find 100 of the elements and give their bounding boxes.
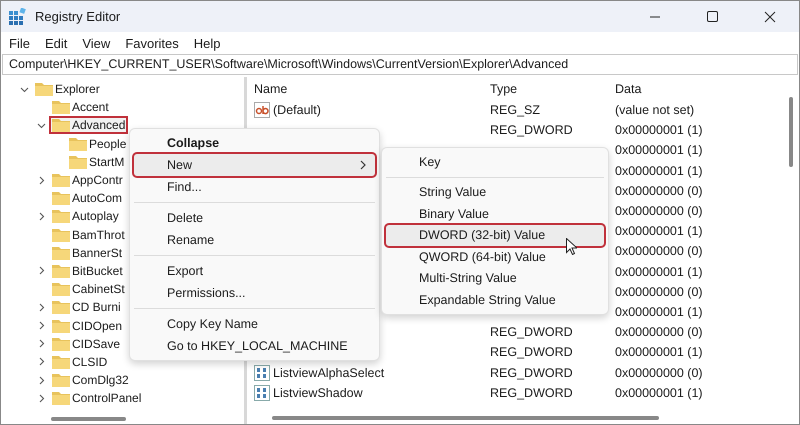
- tree-item[interactable]: CabinetSt: [51, 282, 126, 296]
- value-name[interactable]: ListviewAlphaSelect: [273, 366, 384, 380]
- value-name[interactable]: ListviewShadow: [273, 386, 363, 400]
- value-data: 0x00000001 (1): [615, 143, 703, 158]
- tree-item[interactable]: ComDlg32: [51, 373, 130, 388]
- menu-item[interactable]: Rename: [134, 229, 375, 251]
- value-data: (value not set): [615, 103, 694, 118]
- menu-item[interactable]: File: [9, 36, 30, 50]
- menu-item[interactable]: Delete: [134, 207, 375, 229]
- tree-item[interactable]: StartM: [68, 154, 126, 169]
- tree-item[interactable]: Autoplay: [51, 209, 120, 224]
- menu-item[interactable]: Key: [386, 151, 604, 172]
- tree-item[interactable]: BannerSt: [51, 246, 124, 260]
- menu-item[interactable]: String Value: [386, 182, 604, 203]
- chevron-icon[interactable]: [37, 120, 46, 130]
- value-data: 0x00000001 (1): [615, 386, 703, 400]
- folder-icon: [52, 264, 70, 278]
- tree-item[interactable]: Accent: [51, 100, 110, 114]
- chevron-icon[interactable]: [37, 302, 46, 312]
- folder-icon: [52, 282, 70, 296]
- chevron-icon[interactable]: [37, 321, 46, 330]
- menu-item[interactable]: Export: [134, 260, 375, 282]
- value-data: 0x00000001 (1): [615, 164, 703, 178]
- menu-item[interactable]: Go to HKEY_LOCAL_MACHINE: [134, 335, 375, 357]
- text-value-icon: [254, 102, 270, 118]
- folder-icon: [52, 318, 70, 333]
- tree-item[interactable]: CIDOpen: [51, 318, 124, 333]
- scrollbar-thumb[interactable]: [789, 97, 793, 167]
- folder-icon: [52, 118, 70, 132]
- menu-item[interactable]: Binary Value: [386, 203, 604, 224]
- tree-item[interactable]: BitBucket: [51, 264, 124, 278]
- column-header[interactable]: Type: [490, 82, 615, 96]
- value-data: 0x00000001 (1): [615, 345, 703, 360]
- value-data: 0x00000000 (0): [615, 325, 703, 340]
- tree-item[interactable]: CIDSave: [51, 336, 122, 351]
- scrollbar-thumb[interactable]: [272, 416, 659, 420]
- binary-value-icon: [254, 384, 270, 401]
- folder-icon: [52, 246, 70, 260]
- value-data: 0x00000001 (1): [615, 123, 703, 138]
- tree-item[interactable]: CLSID: [51, 354, 108, 369]
- menu-item[interactable]: DWORD (32-bit) Value: [386, 224, 604, 246]
- menu-item[interactable]: Favorites: [125, 36, 179, 50]
- value-data: 0x00000000 (0): [615, 284, 703, 299]
- menu-item[interactable]: Multi-String Value: [386, 268, 604, 289]
- menu-item[interactable]: Help: [194, 36, 221, 50]
- chevron-icon[interactable]: [37, 212, 46, 221]
- menu-item[interactable]: View: [82, 36, 110, 50]
- value-type: REG_SZ: [490, 103, 540, 118]
- menu-item[interactable]: Expandable String Value: [386, 289, 604, 310]
- chevron-icon[interactable]: [37, 266, 46, 276]
- value-type: REG_DWORD: [490, 366, 573, 380]
- menu-item[interactable]: Permissions...: [134, 282, 375, 304]
- folder-icon: [52, 354, 70, 369]
- column-header[interactable]: Name: [252, 82, 490, 96]
- value-type: REG_DWORD: [490, 123, 573, 138]
- menu-item[interactable]: QWORD (64-bit) Value: [386, 246, 604, 268]
- tree-item[interactable]: ControlPanel: [51, 391, 142, 406]
- maximize-icon[interactable]: [707, 11, 718, 22]
- folder-icon: [35, 82, 53, 96]
- folder-icon: [52, 191, 70, 206]
- chevron-icon[interactable]: [37, 394, 46, 403]
- folder-icon: [69, 154, 87, 169]
- column-header[interactable]: Data: [615, 82, 775, 96]
- scrollbar-thumb[interactable]: [51, 417, 126, 421]
- tree-item[interactable]: AppContr: [51, 173, 124, 188]
- window-title: Registry Editor: [35, 9, 120, 24]
- chevron-icon[interactable]: [37, 357, 46, 366]
- value-type: REG_DWORD: [490, 325, 573, 340]
- address-field[interactable]: Computer\HKEY_CURRENT_USER\Software\Microsoft\Windows\CurrentVersion\Explorer\Advanced: [2, 54, 798, 75]
- menu-item[interactable]: Edit: [44, 36, 68, 50]
- folder-icon: [52, 209, 70, 224]
- folder-icon: [52, 336, 70, 351]
- registry-icon: [9, 8, 27, 26]
- chevron-icon[interactable]: [37, 176, 46, 185]
- folder-icon: [52, 373, 70, 388]
- value-data: 0x00000000 (0): [615, 184, 703, 198]
- value-data: 0x00000001 (1): [615, 304, 703, 319]
- chevron-icon[interactable]: [20, 84, 29, 94]
- menu-item[interactable]: Copy Key Name: [134, 313, 375, 335]
- folder-icon: [52, 100, 70, 114]
- menu-item[interactable]: Collapse: [134, 132, 375, 154]
- tree-item[interactable]: BamThrot: [51, 228, 126, 242]
- value-data: 0x00000001 (1): [615, 224, 703, 238]
- tree-item[interactable]: People: [68, 136, 128, 151]
- value-type: REG_DWORD: [490, 386, 573, 400]
- tree-item[interactable]: CD Burni: [51, 300, 122, 314]
- menu-item[interactable]: Find...: [134, 176, 375, 198]
- folder-icon: [52, 173, 70, 188]
- value-data: 0x00000000 (0): [615, 366, 703, 380]
- value-data: 0x00000000 (0): [615, 204, 703, 218]
- menu-item[interactable]: New: [134, 154, 375, 176]
- close-icon[interactable]: [764, 10, 776, 22]
- chevron-icon[interactable]: [37, 376, 46, 385]
- value-data: 0x00000001 (1): [615, 264, 703, 279]
- tree-item[interactable]: Advanced: [51, 118, 126, 132]
- mouse-cursor-icon: [566, 238, 577, 255]
- chevron-icon[interactable]: [37, 339, 46, 348]
- tree-item[interactable]: AutoCom: [51, 191, 124, 206]
- value-name[interactable]: (Default): [273, 103, 321, 118]
- tree-item[interactable]: Explorer: [34, 82, 101, 96]
